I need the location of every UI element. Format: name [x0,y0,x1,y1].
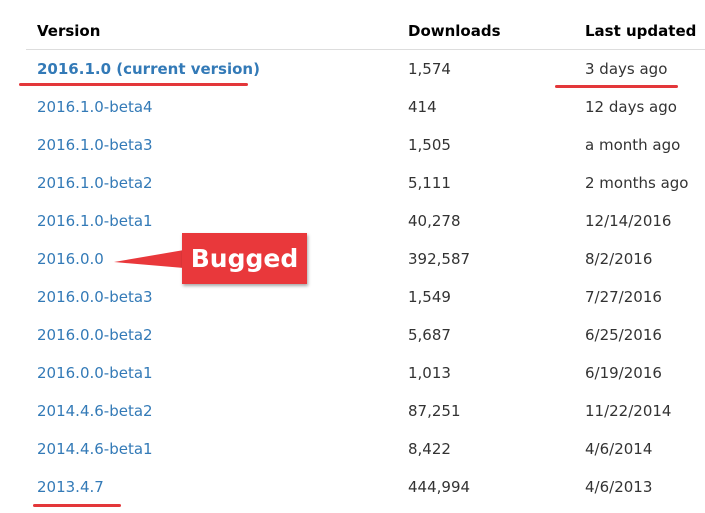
version-cell: 2014.4.6-beta1 [26,430,397,468]
downloads-cell: 8,422 [408,440,451,458]
downloads-cell: 5,111 [408,174,451,192]
last-updated-cell: a month ago [585,136,681,154]
downloads-cell: 5,687 [408,326,451,344]
version-cell: 2016.1.0-beta2 [26,164,397,202]
table-header-row: Version Downloads Last updated [26,12,705,50]
last-updated-cell: 3 days ago [585,60,668,78]
table-row: 2016.0.0-beta3 1,549 7/27/2016 [26,278,705,316]
downloads-cell: 392,587 [408,250,471,268]
version-cell: 2016.1.0-beta4 [26,88,397,126]
last-updated-cell: 8/2/2016 [585,250,653,268]
downloads-cell: 1,013 [408,364,451,382]
table-row: 2014.4.6-beta1 8,422 4/6/2014 [26,430,705,468]
version-column-header: Version [26,12,397,50]
last-updated-cell: 12/14/2016 [585,212,672,230]
current-version-underline [19,83,248,86]
last-updated-cell: 6/19/2016 [585,364,662,382]
last-updated-cell: 7/27/2016 [585,288,662,306]
downloads-cell: 1,574 [408,60,451,78]
bugged-callout-label: Bugged [182,233,307,284]
downloads-cell: 1,505 [408,136,451,154]
version-link[interactable]: 2016.1.0-beta1 [37,212,153,230]
package-version-history: Version Downloads Last updated 2016.1.0 … [0,0,705,513]
version-cell: 2013.4.7 [26,468,397,506]
downloads-cell: 414 [408,98,437,116]
version-link[interactable]: 2016.0.0-beta2 [37,326,153,344]
last-updated-cell: 2 months ago [585,174,689,192]
table-row: 2016.1.0-beta4 414 12 days ago [26,88,705,126]
table-row: 2016.0.0-beta1 1,013 6/19/2016 [26,354,705,392]
last-updated-cell: 4/6/2013 [585,478,653,496]
version-link[interactable]: 2014.4.6-beta1 [37,440,153,458]
downloads-cell: 87,251 [408,402,461,420]
version-link[interactable]: 2016.1.0-beta4 [37,98,153,116]
version-cell: 2014.4.6-beta2 [26,392,397,430]
last-updated-cell: 6/25/2016 [585,326,662,344]
version-link[interactable]: 2016.0.0-beta1 [37,364,153,382]
version-link[interactable]: 2016.0.0-beta3 [37,288,153,306]
oldest-version-underline [33,504,121,507]
version-link[interactable]: 2013.4.7 [37,478,104,496]
table-row: 2016.1.0-beta1 40,278 12/14/2016 [26,202,705,240]
table-row: 2016.1.0-beta3 1,505 a month ago [26,126,705,164]
last-updated-cell: 11/22/2014 [585,402,672,420]
downloads-column-header: Downloads [397,12,574,50]
version-cell: 2016.1.0-beta3 [26,126,397,164]
version-link[interactable]: 2016.1.0-beta2 [37,174,153,192]
version-cell: 2016.0.0-beta1 [26,354,397,392]
version-link[interactable]: 2016.0.0 [37,250,104,268]
downloads-cell: 40,278 [408,212,461,230]
downloads-cell: 444,994 [408,478,471,496]
table-row: 2016.0.0-beta2 5,687 6/25/2016 [26,316,705,354]
version-link[interactable]: 2016.1.0-beta3 [37,136,153,154]
last-updated-cell: 4/6/2014 [585,440,653,458]
version-link[interactable]: 2016.1.0 (current version) [37,60,260,78]
last-updated-column-header: Last updated [574,12,705,50]
downloads-cell: 1,549 [408,288,451,306]
table-row: 2016.0.0 392,587 8/2/2016 [26,240,705,278]
version-cell: 2016.0.0-beta2 [26,316,397,354]
table-row: 2013.4.7 444,994 4/6/2013 [26,468,705,506]
last-updated-cell: 12 days ago [585,98,677,116]
last-updated-underline [555,85,678,88]
table-row: 2014.4.6-beta2 87,251 11/22/2014 [26,392,705,430]
version-link[interactable]: 2014.4.6-beta2 [37,402,153,420]
table-row: 2016.1.0-beta2 5,111 2 months ago [26,164,705,202]
